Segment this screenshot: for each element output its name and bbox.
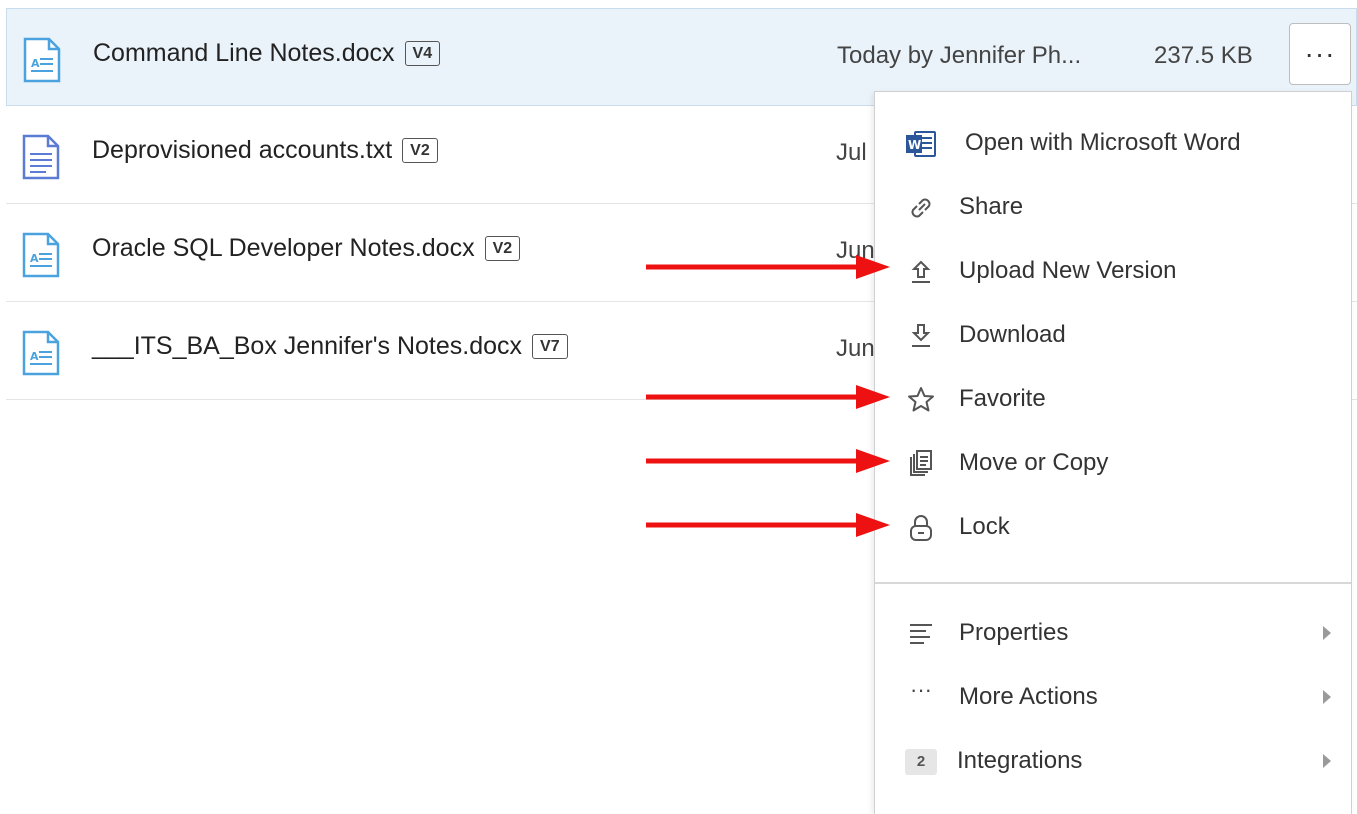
file-size: 237.5 KB: [1154, 42, 1253, 69]
upload-icon: [905, 256, 937, 288]
context-menu: W Open with Microsoft Word Share Upload …: [874, 91, 1352, 814]
menu-item-integrations[interactable]: 2 Integrations: [875, 732, 1351, 790]
docx-file-icon: A: [22, 232, 60, 278]
svg-text:A: A: [31, 57, 40, 70]
menu-item-download[interactable]: Download: [875, 306, 1351, 364]
docx-file-icon: A: [23, 37, 61, 83]
more-options-button[interactable]: ···: [1289, 23, 1351, 85]
version-badge[interactable]: V2: [484, 236, 521, 261]
lines-icon: [905, 618, 937, 650]
txt-file-icon: [22, 134, 60, 180]
menu-item-label: Upload New Version: [959, 257, 1177, 284]
file-name[interactable]: Oracle SQL Developer Notes.docx V2: [92, 234, 521, 263]
menu-item-label: Lock: [959, 513, 1010, 540]
chevron-right-icon: [1323, 690, 1331, 704]
annotation-arrow-upload: [646, 255, 890, 279]
microsoft-word-icon: W: [905, 128, 937, 160]
file-name[interactable]: ___ITS_BA_Box Jennifer's Notes.docx V7: [92, 332, 568, 361]
modified-info: Jul: [836, 139, 867, 166]
menu-item-move-or-copy[interactable]: Move or Copy: [875, 434, 1351, 492]
menu-item-properties[interactable]: Properties: [875, 604, 1351, 662]
annotation-arrow-favorite: [646, 385, 890, 409]
version-badge[interactable]: V2: [402, 138, 438, 163]
version-badge[interactable]: V4: [404, 41, 441, 66]
copy-icon: [905, 448, 937, 480]
menu-item-label: Favorite: [959, 385, 1046, 412]
file-name[interactable]: Command Line Notes.docx V4: [93, 39, 441, 68]
menu-item-label: More Actions: [959, 683, 1098, 710]
annotation-arrow-move-copy: [646, 449, 890, 473]
file-name[interactable]: Deprovisioned accounts.txt V2: [92, 136, 438, 165]
menu-item-label: Properties: [959, 619, 1069, 646]
menu-item-share[interactable]: Share: [875, 178, 1351, 236]
menu-item-label: Move or Copy: [959, 449, 1109, 476]
star-icon: [905, 384, 937, 416]
modified-info: Jun: [836, 335, 875, 362]
menu-item-label: Integrations: [957, 747, 1083, 774]
version-badge[interactable]: V7: [532, 334, 568, 359]
menu-item-lock[interactable]: Lock: [875, 498, 1351, 556]
link-icon: [905, 192, 937, 224]
menu-item-upload-new-version[interactable]: Upload New Version: [875, 242, 1351, 300]
integrations-count-badge: 2: [905, 746, 937, 778]
svg-text:A: A: [30, 252, 39, 265]
svg-text:W: W: [908, 138, 921, 152]
menu-item-more-actions[interactable]: ··· More Actions: [875, 668, 1351, 726]
ellipsis-icon: ···: [910, 677, 932, 702]
menu-item-favorite[interactable]: Favorite: [875, 370, 1351, 428]
modified-info: Today by Jennifer Ph...: [837, 42, 1082, 69]
download-icon: [905, 320, 937, 352]
menu-item-label: Open with Microsoft Word: [965, 129, 1241, 156]
chevron-right-icon: [1323, 754, 1331, 768]
ellipsis-icon: ···: [1304, 38, 1336, 69]
menu-item-label: Share: [959, 193, 1024, 220]
docx-file-icon: A: [22, 330, 60, 376]
annotation-arrow-lock: [646, 513, 890, 537]
menu-item-open-with-word[interactable]: W Open with Microsoft Word: [875, 114, 1351, 172]
svg-text:A: A: [30, 350, 39, 363]
menu-item-label: Download: [959, 321, 1066, 348]
menu-divider: [875, 582, 1351, 584]
lock-icon: [905, 512, 937, 544]
chevron-right-icon: [1323, 626, 1331, 640]
